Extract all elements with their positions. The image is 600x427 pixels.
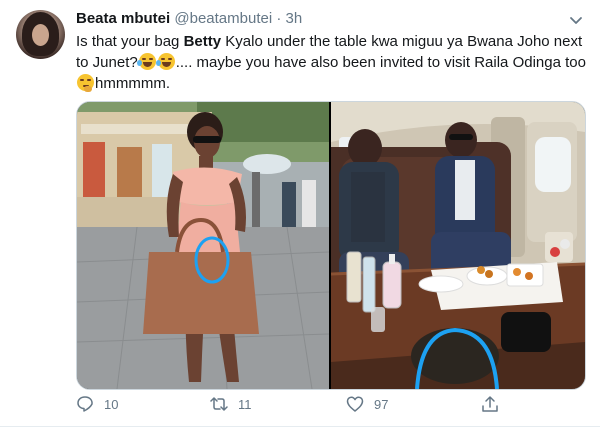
reply-icon [77,396,93,412]
tweet-text: Is that your bag Betty Kyalo under the t… [76,31,586,94]
separator-dot: · [276,10,282,27]
tweet-text-bold: Betty [183,33,222,50]
tweet-text-part1: Is that your bag [76,33,184,50]
tweet-header: Beata mbutei @beatambutei · 3h [76,10,302,28]
like-button[interactable]: 97 [346,395,388,413]
tweet[interactable]: Beata mbutei @beatambutei · 3h Is that y… [0,0,600,427]
retweet-count: 11 [238,396,252,412]
share-icon [482,396,498,412]
photo-woman-with-bag[interactable] [77,102,329,389]
tweet-text-part4: hmmmmm. [95,75,170,92]
reply-count: 10 [104,396,119,412]
author-handle[interactable]: @beatambutei [174,10,272,27]
like-count: 97 [374,396,389,412]
photo-airplane-cabin[interactable] [331,102,585,389]
tweet-time[interactable]: 3h [286,10,303,27]
heart-icon [346,396,364,412]
face-with-tears-of-joy-icon [136,53,156,70]
thinking-face-icon [77,74,94,92]
avatar-face [32,24,49,46]
face-with-tears-of-joy-icon [155,53,175,70]
retweet-icon [210,397,228,411]
author-name[interactable]: Beata mbutei [76,10,170,27]
chevron-down-icon[interactable] [568,12,584,28]
share-button[interactable] [481,395,499,413]
reply-button[interactable]: 10 [76,395,118,413]
tweet-actions: 10 11 97 [76,395,576,417]
tweet-media[interactable] [76,101,586,390]
retweet-button[interactable]: 11 [210,395,252,413]
avatar[interactable] [16,10,65,59]
tweet-text-part3: .... maybe you have also been invited to… [175,54,586,71]
